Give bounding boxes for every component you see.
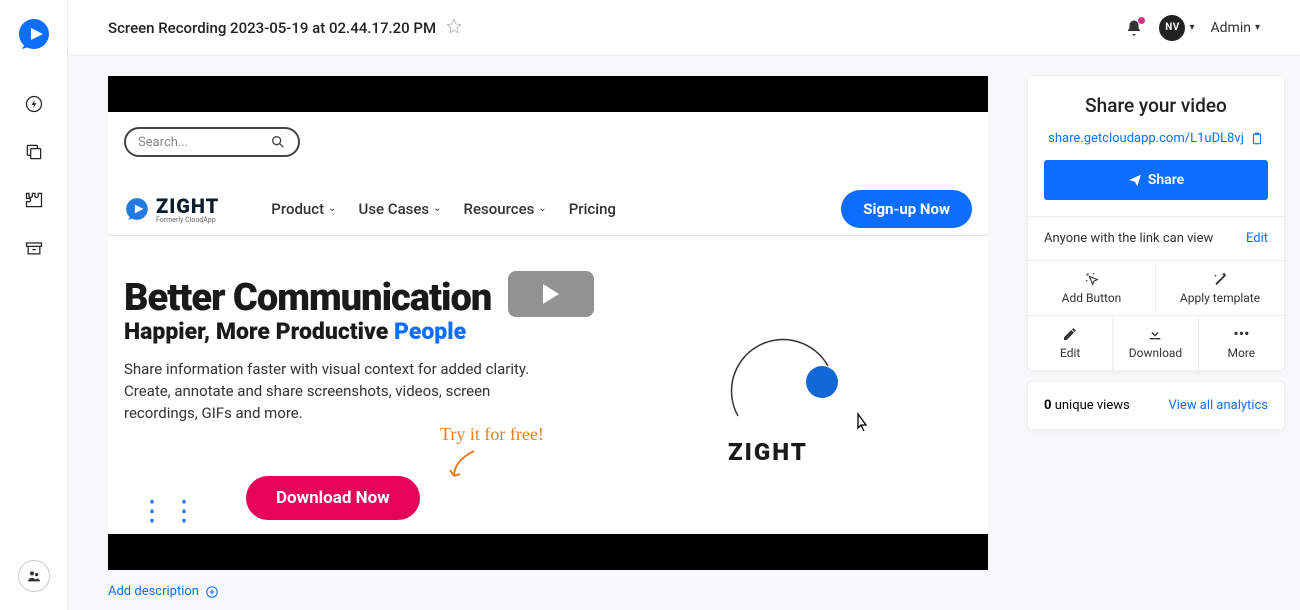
pencil-icon xyxy=(1062,326,1078,342)
avatar: NV xyxy=(1159,15,1185,41)
download-action[interactable]: Download xyxy=(1113,316,1198,370)
search-icon xyxy=(270,134,286,150)
permission-edit-link[interactable]: Edit xyxy=(1246,231,1268,246)
more-action[interactable]: ••• More xyxy=(1199,316,1284,370)
admin-menu[interactable]: Admin ▾ xyxy=(1211,20,1260,36)
recorded-top-links: Contact Support Login xyxy=(778,128,974,146)
people-icon[interactable] xyxy=(18,560,50,592)
view-analytics-link[interactable]: View all analytics xyxy=(1168,398,1268,413)
share-card: Share your video share.getcloudapp.com/L… xyxy=(1028,76,1284,370)
admin-label: Admin xyxy=(1211,20,1251,36)
add-description-link[interactable]: Add description xyxy=(108,584,988,599)
apply-template-action[interactable]: Apply template xyxy=(1156,261,1284,315)
left-nav-rail xyxy=(0,0,68,610)
clipboard-icon xyxy=(1250,132,1264,146)
play-button[interactable] xyxy=(508,271,594,317)
app-logo-icon[interactable] xyxy=(16,16,52,52)
ellipsis-icon: ••• xyxy=(1233,326,1249,342)
add-button-action[interactable]: Add Button xyxy=(1028,261,1156,315)
edit-action[interactable]: Edit xyxy=(1028,316,1113,370)
download-icon xyxy=(1147,326,1163,342)
send-icon xyxy=(1128,173,1142,187)
share-title: Share your video xyxy=(1028,76,1284,127)
notification-dot-icon xyxy=(1138,17,1145,24)
analytics-card: 0 unique views View all analytics xyxy=(1028,382,1284,429)
recorded-cursor-icon xyxy=(852,412,870,439)
wand-icon xyxy=(1212,271,1228,287)
share-url-link[interactable]: share.getcloudapp.com/L1uDL8vj xyxy=(1028,127,1284,160)
recorded-search-input: Search... xyxy=(124,127,300,157)
page-title: Screen Recording 2023-05-19 at 02.44.17.… xyxy=(108,19,436,37)
archive-icon[interactable] xyxy=(24,238,44,258)
video-column: Search... Contact Support Login xyxy=(108,76,988,610)
recorded-nav: ZIGHT Formerly CloudApp Product ⌄ Use Ca… xyxy=(108,182,988,236)
unique-views-text: 0 unique views xyxy=(1044,398,1130,413)
copy-icon[interactable] xyxy=(24,142,44,162)
video-player[interactable]: Search... Contact Support Login xyxy=(108,76,988,570)
notifications-bell-icon[interactable] xyxy=(1125,19,1143,37)
bolt-icon[interactable] xyxy=(24,94,44,114)
share-button[interactable]: Share xyxy=(1044,160,1268,200)
cursor-click-icon xyxy=(1084,271,1100,287)
puzzle-icon[interactable] xyxy=(24,190,44,210)
share-sidebar: Share your video share.getcloudapp.com/L… xyxy=(1028,76,1284,610)
topbar: Screen Recording 2023-05-19 at 02.44.17.… xyxy=(68,0,1300,56)
main-area: Screen Recording 2023-05-19 at 02.44.17.… xyxy=(68,0,1300,610)
favorite-star-icon[interactable] xyxy=(446,18,462,38)
handdrawn-arrow-icon xyxy=(444,446,484,486)
user-avatar-menu[interactable]: NV ▾ xyxy=(1159,15,1194,41)
permission-text: Anyone with the link can view xyxy=(1044,231,1213,246)
permission-row: Anyone with the link can view Edit xyxy=(1028,216,1284,260)
plus-circle-icon xyxy=(205,585,219,599)
zight-logo-icon xyxy=(124,196,150,222)
